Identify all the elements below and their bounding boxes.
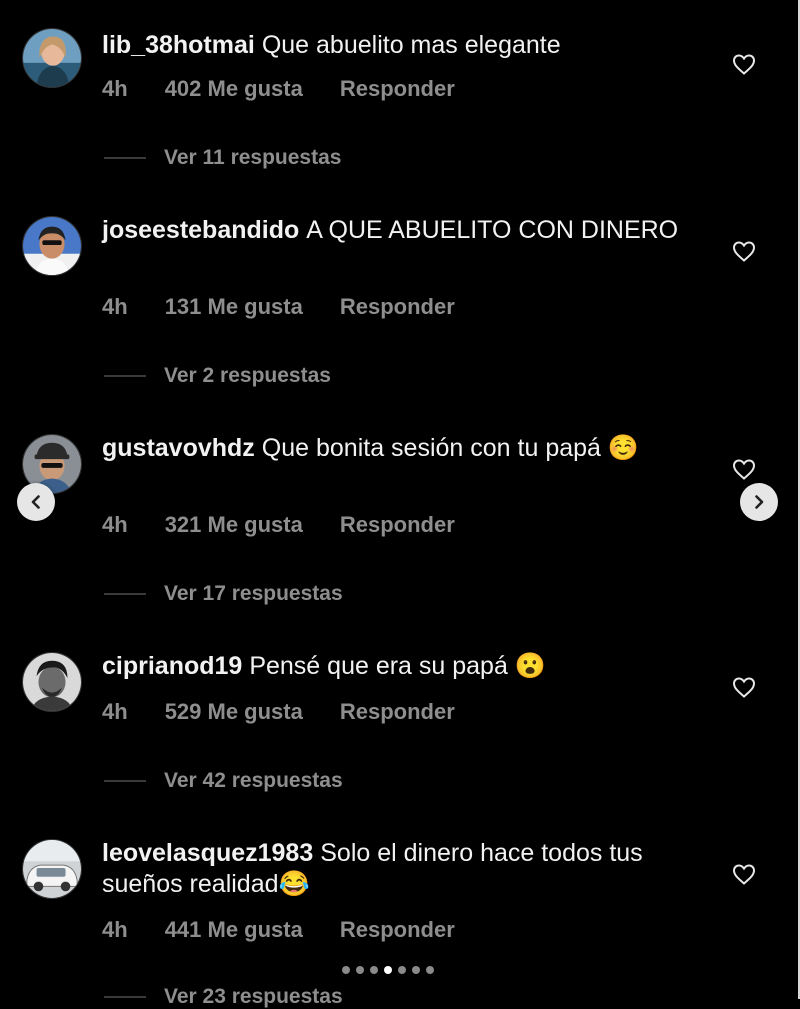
heart-icon[interactable] [732, 53, 756, 75]
carousel-dot-active[interactable] [384, 966, 392, 974]
likes-count[interactable]: 402 Me gusta [165, 76, 303, 101]
comment-meta: 4h 441 Me gusta Responder [102, 917, 492, 943]
comment-time: 4h [102, 917, 128, 942]
comment-meta: 4h 529 Me gusta Responder [102, 699, 492, 725]
avatar[interactable] [22, 652, 82, 712]
replies-divider [104, 375, 146, 377]
replies-divider [104, 593, 146, 595]
view-replies-label: Ver 42 respuestas [164, 769, 343, 792]
comment-text: joseestebandido A QUE ABUELITO CON DINERO [102, 215, 682, 246]
carousel-page-indicator [342, 966, 434, 974]
reply-button[interactable]: Responder [340, 917, 455, 942]
avatar[interactable] [22, 839, 82, 899]
heart-icon[interactable] [732, 458, 756, 480]
replies-divider [104, 996, 146, 998]
carousel-dot[interactable] [426, 966, 434, 974]
comment-body: Que abuelito mas elegante [261, 31, 561, 59]
comment-time: 4h [102, 294, 128, 319]
comment-username[interactable]: gustavovhdz [102, 434, 255, 462]
view-replies-label: Ver 17 respuestas [164, 582, 343, 605]
chevron-right-icon [755, 495, 764, 509]
comment-meta: 4h 131 Me gusta Responder [102, 294, 492, 320]
view-replies-label: Ver 23 respuestas [164, 985, 343, 1008]
comment-text: gustavovhdz Que bonita sesión con tu papá… [102, 433, 682, 464]
comment-time: 4h [102, 699, 128, 724]
view-replies-label: Ver 11 respuestas [164, 146, 342, 169]
comment-text: lib_38hotmai Que abuelito mas elegante [102, 30, 682, 61]
likes-count[interactable]: 441 Me gusta [165, 917, 303, 942]
reply-button[interactable]: Responder [340, 699, 455, 724]
view-replies-link[interactable]: Ver 17 respuestas [104, 582, 343, 606]
replies-divider [104, 157, 146, 159]
chevron-left-icon [31, 495, 40, 509]
comment-body: Pensé que era su papá 😮 [249, 652, 546, 680]
reply-button[interactable]: Responder [340, 76, 455, 101]
comment-username[interactable]: leovelasquez1983 [102, 839, 313, 867]
likes-count[interactable]: 131 Me gusta [165, 294, 303, 319]
comment-username[interactable]: joseestebandido [102, 216, 299, 244]
comment-meta: 4h 402 Me gusta Responder [102, 76, 492, 102]
heart-icon[interactable] [732, 863, 756, 885]
carousel-dot[interactable] [398, 966, 406, 974]
comment-time: 4h [102, 512, 128, 537]
view-replies-link[interactable]: Ver 23 respuestas [104, 985, 343, 1009]
replies-divider [104, 780, 146, 782]
carousel-dot[interactable] [342, 966, 350, 974]
comment-time: 4h [102, 76, 128, 101]
heart-icon[interactable] [732, 676, 756, 698]
likes-count[interactable]: 321 Me gusta [165, 512, 303, 537]
heart-icon[interactable] [732, 240, 756, 262]
view-replies-label: Ver 2 respuestas [164, 364, 331, 387]
view-replies-link[interactable]: Ver 42 respuestas [104, 769, 343, 793]
likes-count[interactable]: 529 Me gusta [165, 699, 303, 724]
comment-text: ciprianod19 Pensé que era su papá 😮 [102, 651, 682, 682]
carousel-dot[interactable] [412, 966, 420, 974]
view-replies-link[interactable]: Ver 11 respuestas [104, 146, 341, 170]
reply-button[interactable]: Responder [340, 512, 455, 537]
comment-body: A QUE ABUELITO CON DINERO [306, 216, 679, 244]
avatar[interactable] [22, 216, 82, 276]
reply-button[interactable]: Responder [340, 294, 455, 319]
comment-body: Que bonita sesión con tu papá ☺️ [261, 434, 640, 462]
carousel-dot[interactable] [356, 966, 364, 974]
comment-username[interactable]: lib_38hotmai [102, 31, 255, 59]
comment-meta: 4h 321 Me gusta Responder [102, 512, 492, 538]
comment-username[interactable]: ciprianod19 [102, 652, 242, 680]
carousel-next-button[interactable] [740, 483, 778, 521]
view-replies-link[interactable]: Ver 2 respuestas [104, 364, 331, 388]
carousel-prev-button[interactable] [17, 483, 55, 521]
avatar[interactable] [22, 28, 82, 88]
carousel-dot[interactable] [370, 966, 378, 974]
comment-text: leovelasquez1983 Solo el dinero hace todo… [102, 838, 682, 900]
